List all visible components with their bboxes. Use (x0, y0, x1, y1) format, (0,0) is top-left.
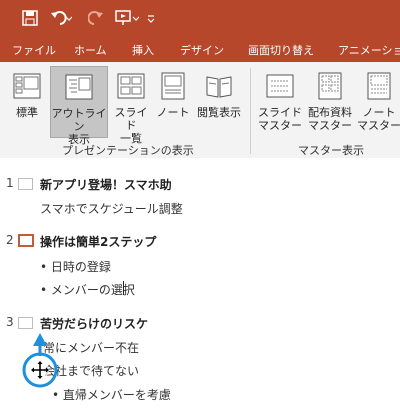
slide-icon[interactable] (18, 178, 33, 190)
slide-title[interactable]: 新アプリ登場！スマホ助 (40, 176, 172, 193)
outline-pane[interactable]: 1 新アプリ登場！スマホ助 スマホでスケジュール調整 2 操作は簡単2ステップ … (0, 158, 400, 420)
slide-title[interactable]: 操作は簡単2ステップ (40, 233, 156, 250)
tab-insert[interactable]: 挿入 (132, 42, 154, 58)
slide-icon[interactable] (18, 317, 33, 329)
notes-master-icon (367, 72, 391, 100)
normal-view-icon (13, 73, 41, 99)
normal-view-button[interactable]: 標準 (6, 66, 48, 138)
outline-view-icon (65, 74, 93, 100)
text-cursor (123, 281, 124, 295)
slide-number: 1 (6, 176, 14, 190)
slide-icon-selected[interactable] (18, 234, 34, 247)
ribbon-view: 標準 アウトライン 表示 スライド 一覧 ノート 閲覧表示 プレゼンテーションの… (0, 62, 400, 159)
reading-view-button[interactable]: 閲覧表示 (194, 66, 244, 138)
tab-home[interactable]: ホーム (74, 42, 107, 58)
slide-number: 3 (6, 315, 14, 329)
tab-design[interactable]: デザイン (180, 42, 224, 58)
bullet-item[interactable]: • 日時の登録 (40, 258, 111, 275)
outline-view-button[interactable]: アウトライン 表示 (50, 66, 108, 146)
notes-page-icon (161, 72, 185, 100)
ribbon-tabs: ファイル ホーム 挿入 デザイン 画面切り替え アニメーショ (0, 36, 400, 62)
save-icon[interactable] (22, 8, 38, 28)
notes-page-button[interactable]: ノート (154, 66, 192, 138)
redo-icon (88, 11, 103, 25)
presentation-views-group-label: プレゼンテーションの表示 (62, 144, 194, 157)
bullet-item[interactable]: • 直帰メンバーを考慮 (52, 386, 171, 403)
notes-master-button[interactable]: ノート マスター (356, 66, 400, 138)
handout-master-button[interactable]: 配布資料 マスター (306, 66, 354, 138)
slide-master-button[interactable]: スライド マスター (256, 66, 304, 138)
move-cursor-icon (22, 333, 58, 388)
slide-sorter-button[interactable]: スライド 一覧 (110, 66, 152, 145)
slide-master-icon (266, 74, 294, 98)
start-slideshow-icon[interactable] (114, 8, 140, 28)
slide-sorter-icon (117, 73, 145, 99)
slide-number: 2 (6, 233, 14, 247)
customize-toolbar-icon[interactable] (146, 8, 156, 28)
tab-file[interactable]: ファイル (12, 42, 56, 58)
group-separator (250, 68, 251, 154)
master-views-group-label: マスター表示 (298, 144, 364, 157)
tab-transitions[interactable]: 画面切り替え (248, 42, 314, 58)
undo-icon[interactable] (50, 8, 72, 28)
tab-animations[interactable]: アニメーショ (338, 42, 400, 58)
reading-view-icon (206, 76, 232, 98)
bullet-item[interactable]: • メンバーの選択 (40, 281, 135, 298)
outline-text[interactable]: スマホでスケジュール調整 (40, 200, 183, 217)
quick-access-toolbar (0, 0, 400, 36)
handout-master-icon (318, 72, 342, 100)
